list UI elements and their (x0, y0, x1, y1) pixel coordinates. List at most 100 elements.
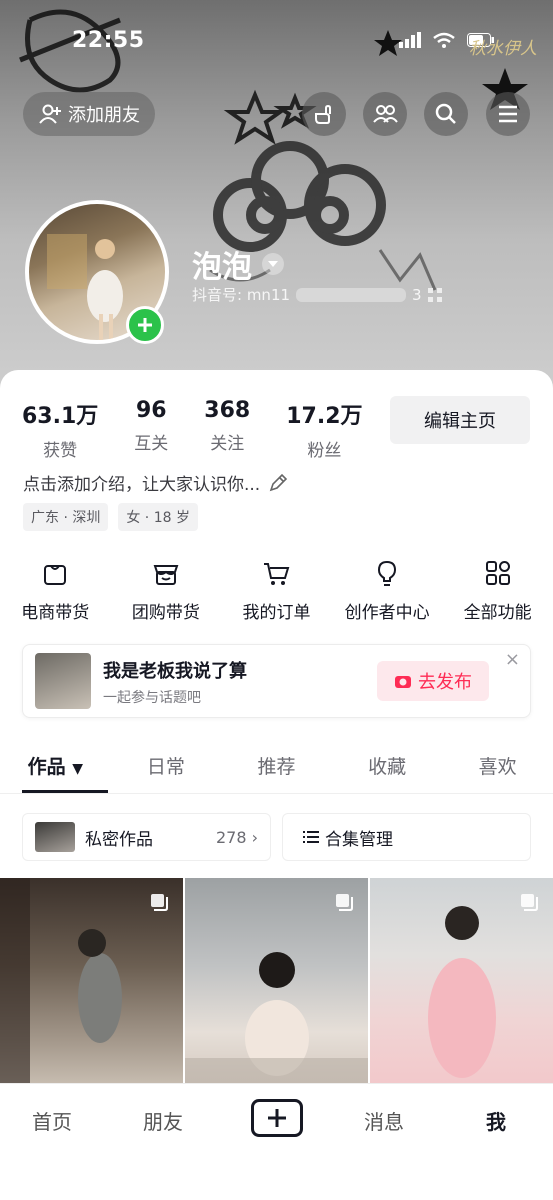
qr-code-icon[interactable] (427, 287, 442, 302)
content-tabs: 作品 ▼ 日常 推荐 收藏 喜欢 (0, 748, 553, 794)
private-count-value: 278 (215, 827, 247, 847)
edit-pencil-icon[interactable] (268, 473, 288, 493)
list-icon (303, 831, 319, 843)
chevron-down-icon[interactable] (262, 253, 284, 275)
nav-friends[interactable]: 朋友 (143, 1106, 183, 1135)
wifi-icon (433, 32, 455, 48)
nav-messages[interactable]: 消息 (364, 1106, 404, 1135)
stat-followers-label: 粉丝 (307, 441, 342, 461)
multi-image-icon (336, 894, 353, 911)
topic-subtitle: 一起参与话题吧 (103, 690, 201, 706)
menu-icon (499, 105, 517, 123)
stat-followers-value: 17.2万 (286, 404, 363, 429)
private-works-count: 278 › (216, 828, 258, 847)
topic-thumbnail (35, 653, 91, 709)
stats-row: 63.1万 获赞 96 互关 368 关注 17.2万 粉丝 (22, 398, 399, 461)
stat-following[interactable]: 368 关注 (204, 398, 250, 461)
publish-label: 去发布 (418, 672, 472, 693)
profile-card: 63.1万 获赞 96 互关 368 关注 17.2万 粉丝 编辑主页 点击添加… (0, 370, 553, 1100)
douyin-id-suffix: 3 (412, 285, 422, 304)
search-icon (435, 103, 456, 124)
header-actions: 添加朋友 (0, 92, 553, 138)
create-button[interactable] (251, 1099, 303, 1137)
caret-down-icon: ▼ (72, 761, 83, 777)
tab-works[interactable]: 作品 ▼ (0, 748, 111, 793)
gesture-button[interactable] (302, 92, 346, 136)
stat-likes-label: 获赞 (43, 441, 78, 461)
feature-orders[interactable]: 我的订单 (221, 558, 332, 623)
menu-button[interactable] (486, 92, 530, 136)
stat-following-label: 关注 (210, 434, 245, 454)
publish-button[interactable]: 去发布 (377, 661, 489, 701)
search-button[interactable] (424, 92, 468, 136)
tag-gender-age[interactable]: 女 · 18 岁 (118, 503, 198, 531)
video-grid (0, 878, 553, 1098)
feature-creator-center[interactable]: 创作者中心 (332, 558, 443, 623)
feature-ecommerce[interactable]: 电商带货 (0, 558, 111, 623)
tag-location[interactable]: 广东 · 深圳 (23, 503, 109, 531)
profile-cover: 22:55 秋水伊人 添加朋友 泡泡 抖音号: mn11 3 (0, 0, 553, 400)
bio-text: 点击添加介绍，让大家认识你... (23, 475, 261, 495)
plus-icon (138, 318, 152, 332)
private-thumbnail (35, 822, 75, 852)
chevron-right-icon: › (251, 827, 258, 847)
douyin-id-label: 抖音号: mn11 (192, 286, 291, 304)
topic-card[interactable]: 我是老板我说了算 一起参与话题吧 去发布 × (22, 644, 531, 718)
tab-works-label: 作品 (27, 756, 66, 778)
nickname-text: 泡泡 (192, 250, 252, 285)
douyin-id[interactable]: 抖音号: mn11 3 (192, 284, 442, 305)
private-works-button[interactable]: 私密作品 278 › (22, 813, 271, 861)
camera-icon (395, 676, 411, 688)
bulb-icon (378, 560, 397, 586)
stat-following-value: 368 (204, 398, 251, 423)
cart-icon (264, 563, 290, 585)
signal-icon (399, 32, 421, 48)
feature-all[interactable]: 全部功能 (442, 558, 553, 623)
id-redacted (296, 287, 407, 302)
add-friend-label: 添加朋友 (68, 105, 140, 126)
feature-label: 创作者中心 (344, 603, 430, 623)
feature-label: 我的订单 (242, 603, 311, 623)
bottom-nav: 首页 朋友 消息 我 (0, 1083, 553, 1200)
add-avatar-button[interactable] (126, 306, 164, 344)
friends-button[interactable] (363, 92, 407, 136)
feature-label: 全部功能 (463, 603, 532, 623)
status-bar: 22:55 秋水伊人 (0, 24, 553, 60)
nav-home[interactable]: 首页 (32, 1106, 72, 1135)
tab-underline (22, 790, 108, 793)
bio[interactable]: 点击添加介绍，让大家认识你... (23, 470, 288, 495)
tab-recommend[interactable]: 推荐 (221, 748, 332, 793)
feature-label: 团购带货 (131, 603, 200, 623)
tab-daily[interactable]: 日常 (111, 748, 222, 793)
video-tile[interactable] (370, 878, 553, 1098)
watermark: 秋水伊人 (469, 39, 537, 59)
tab-favorites[interactable]: 收藏 (332, 748, 443, 793)
store-icon (153, 565, 179, 585)
multi-image-icon (151, 894, 168, 911)
profile-nickname[interactable]: 泡泡 (192, 242, 284, 286)
tab-likes[interactable]: 喜欢 (442, 748, 553, 793)
edit-profile-button[interactable]: 编辑主页 (390, 396, 530, 444)
status-time: 22:55 (72, 28, 145, 53)
stat-mutual-label: 互关 (134, 434, 169, 454)
video-tile[interactable] (0, 878, 183, 1098)
feature-groupbuy[interactable]: 团购带货 (111, 558, 222, 623)
feature-row: 电商带货 团购带货 我的订单 创作者中心 全部功能 (0, 558, 553, 623)
stat-likes-value: 63.1万 (22, 404, 99, 429)
gesture-icon (315, 104, 331, 124)
feature-label: 电商带货 (21, 603, 90, 623)
video-tile[interactable] (185, 878, 368, 1098)
add-friend-button[interactable]: 添加朋友 (23, 92, 155, 136)
add-user-icon (39, 104, 61, 124)
stat-followers[interactable]: 17.2万 粉丝 (286, 398, 362, 461)
multi-image-icon (521, 894, 538, 911)
stat-mutual-value: 96 (135, 398, 167, 423)
nav-me[interactable]: 我 (486, 1106, 506, 1135)
close-icon[interactable]: × (505, 649, 520, 670)
stat-mutual[interactable]: 96 互关 (134, 398, 168, 461)
plus-icon (268, 1109, 286, 1127)
grid-icon (485, 561, 510, 585)
friends-icon (373, 105, 398, 123)
stat-likes[interactable]: 63.1万 获赞 (22, 398, 98, 461)
collection-manage-button[interactable]: 合集管理 (282, 813, 531, 861)
